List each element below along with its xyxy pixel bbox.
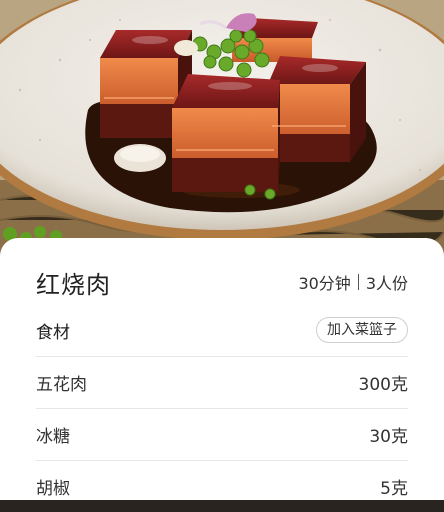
ingredient-name: 胡椒 <box>36 479 70 499</box>
ingredients-header: 食材 加入菜篮子 <box>36 317 408 357</box>
cook-time: 30分钟 <box>298 274 351 293</box>
ingredient-amount: 30克 <box>369 427 408 447</box>
ingredient-list: 五花肉 300克 冰糖 30克 胡椒 5克 <box>36 357 408 512</box>
braised-pork-image <box>0 0 444 262</box>
ingredient-row: 冰糖 30克 <box>36 409 408 461</box>
add-to-basket-button[interactable]: 加入菜篮子 <box>316 317 408 343</box>
ingredient-amount: 300克 <box>358 375 408 395</box>
servings: 3人份 <box>365 274 408 293</box>
ingredients-title: 食材 <box>36 322 70 343</box>
meta-divider <box>357 274 359 290</box>
recipe-title: 红烧肉 <box>36 270 111 299</box>
recipe-meta: 30分钟 3人份 <box>298 270 408 294</box>
ingredient-name: 五花肉 <box>36 375 87 395</box>
ingredient-row: 五花肉 300克 <box>36 357 408 409</box>
ingredient-name: 冰糖 <box>36 427 70 447</box>
recipe-photo <box>0 0 444 262</box>
recipe-header: 红烧肉 30分钟 3人份 <box>36 238 408 326</box>
ingredient-amount: 5克 <box>380 479 408 499</box>
recipe-card: 红烧肉 30分钟 3人份 食材 加入菜篮子 五花肉 300克 冰糖 30克 胡椒… <box>0 238 444 500</box>
ingredient-row: 胡椒 5克 <box>36 461 408 512</box>
